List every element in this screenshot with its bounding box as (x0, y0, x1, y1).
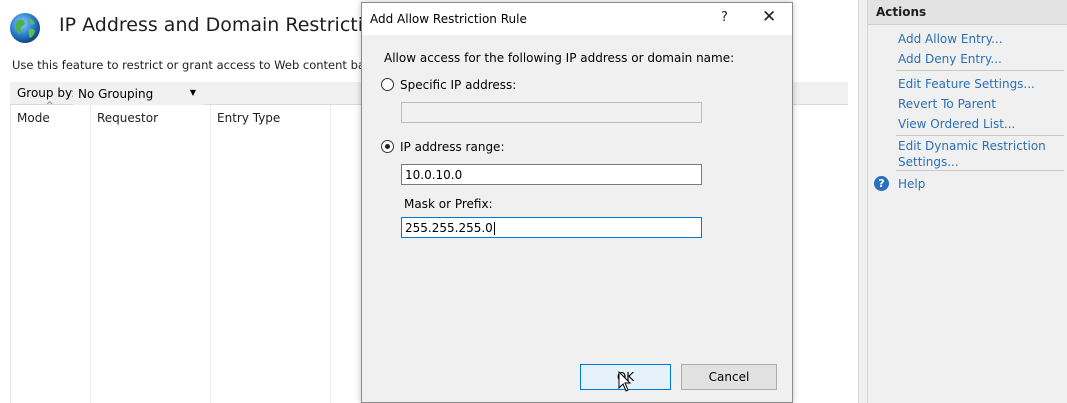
help-question-icon[interactable]: ? (721, 10, 728, 25)
pane-splitter[interactable] (858, 0, 868, 403)
text-caret (493, 222, 495, 235)
sort-ascending-icon: ^ (46, 101, 54, 111)
page-title: IP Address and Domain Restrictions (59, 14, 397, 36)
actions-divider (896, 70, 1064, 71)
column-divider[interactable] (330, 105, 331, 403)
edit-dynamic-restriction-settings-link[interactable]: Edit Dynamic Restriction Settings... (898, 138, 1048, 170)
actions-pane: Actions Add Allow Entry... Add Deny Entr… (868, 0, 1067, 403)
column-header-requestor[interactable]: Requestor (97, 111, 158, 125)
feature-description: Use this feature to restrict or grant ac… (12, 58, 404, 72)
specific-ip-radio[interactable] (381, 78, 394, 91)
group-by-dropdown[interactable]: No Grouping ▼ (73, 82, 203, 105)
mouse-cursor-icon (618, 371, 632, 392)
dialog-title: Add Allow Restriction Rule (370, 12, 527, 26)
revert-to-parent-link[interactable]: Revert To Parent (898, 96, 996, 112)
column-header-entry-type[interactable]: Entry Type (217, 111, 280, 125)
column-divider[interactable] (90, 105, 91, 403)
help-link[interactable]: Help (898, 176, 925, 192)
ip-range-radio[interactable] (381, 140, 394, 153)
close-icon[interactable]: ✕ (762, 7, 776, 27)
actions-divider (896, 170, 1064, 171)
actions-title: Actions (876, 5, 927, 19)
group-by-value: No Grouping (78, 87, 154, 101)
ip-range-label[interactable]: IP address range: (400, 140, 504, 154)
dialog-body: Allow access for the following IP addres… (362, 35, 792, 402)
mask-prefix-label: Mask or Prefix: (404, 197, 493, 211)
ip-range-value: 10.0.10.0 (405, 168, 463, 182)
column-divider[interactable] (210, 105, 211, 403)
edit-feature-settings-link[interactable]: Edit Feature Settings... (898, 76, 1035, 92)
cancel-button[interactable]: Cancel (681, 364, 777, 390)
group-by-label: Group by: (17, 86, 76, 100)
column-header-mode[interactable]: Mode (17, 111, 50, 125)
ip-range-input[interactable]: 10.0.10.0 (401, 164, 702, 185)
add-allow-restriction-dialog: Add Allow Restriction Rule ? ✕ Allow acc… (361, 2, 793, 403)
mask-prefix-value: 255.255.255.0 (405, 221, 493, 235)
dialog-titlebar[interactable]: Add Allow Restriction Rule ? ✕ (362, 3, 792, 35)
globe-icon (10, 13, 40, 43)
specific-ip-input[interactable] (401, 102, 702, 123)
add-deny-entry-link[interactable]: Add Deny Entry... (898, 51, 1002, 67)
mask-prefix-input[interactable]: 255.255.255.0 (401, 217, 702, 238)
actions-header: Actions (868, 0, 1067, 25)
add-allow-entry-link[interactable]: Add Allow Entry... (898, 31, 1003, 47)
chevron-down-icon: ▼ (189, 88, 196, 97)
dialog-instructions: Allow access for the following IP addres… (384, 51, 735, 65)
specific-ip-label[interactable]: Specific IP address: (400, 78, 516, 92)
actions-divider (896, 135, 1064, 136)
help-icon[interactable]: ? (874, 176, 889, 191)
view-ordered-list-link[interactable]: View Ordered List... (898, 116, 1015, 132)
